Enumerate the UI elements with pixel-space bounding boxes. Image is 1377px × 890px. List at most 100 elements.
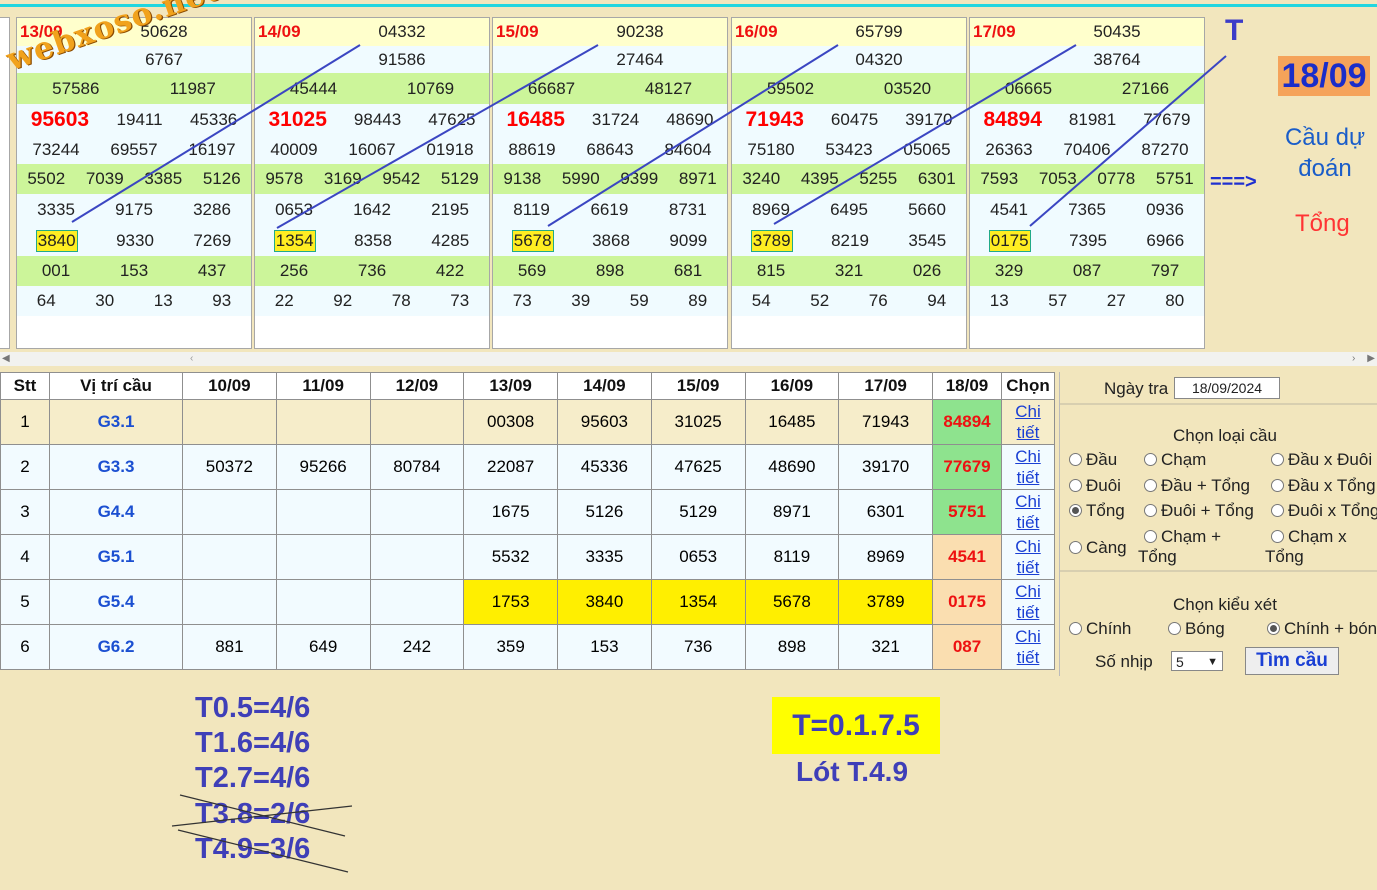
date-input[interactable]: 18/09/2024 — [1174, 377, 1280, 399]
row-detail-cell: Chi tiết — [1001, 534, 1055, 580]
radio-icon[interactable] — [1069, 622, 1082, 635]
row-position: G3.3 — [49, 444, 183, 490]
radio-icon[interactable] — [1144, 453, 1157, 466]
col-date: 11/09 — [275, 372, 371, 400]
radio-icon[interactable] — [1271, 453, 1284, 466]
col-date: 16/09 — [744, 372, 840, 400]
row-value: 8119 — [744, 534, 840, 580]
detail-link[interactable]: Chi — [1002, 401, 1054, 422]
radio-icon[interactable] — [1069, 541, 1082, 554]
row-value: 881 — [182, 624, 277, 670]
scroll-thumb[interactable]: ‹ — [190, 353, 193, 364]
col-predict: 18/09 — [932, 372, 1002, 400]
radio-icon[interactable] — [1271, 479, 1284, 492]
radio-label: Đầu — [1086, 450, 1118, 469]
row-value — [275, 399, 371, 445]
radio-icon[interactable] — [1069, 479, 1082, 492]
detail-link[interactable]: Chi — [1002, 491, 1054, 512]
table-row: 2 G3.3 50372 95266 80784 22087 45336 47625 48690… — [0, 444, 1055, 490]
search-button[interactable]: Tìm cầu — [1245, 647, 1339, 675]
row-value — [369, 579, 465, 625]
radio-icon[interactable] — [1144, 530, 1157, 543]
row-stt: 6 — [0, 624, 50, 670]
radio-chinh[interactable]: Chính — [1069, 619, 1131, 639]
row-value: 736 — [650, 624, 746, 670]
radio-label: Càng — [1086, 538, 1127, 557]
radio-icon[interactable] — [1271, 504, 1284, 517]
detail-link[interactable]: tiết — [1002, 557, 1054, 578]
radio-chinh-bong[interactable]: Chính + bóng — [1267, 619, 1377, 639]
pattern-table: Stt Vị trí cầu 10/09 11/09 12/09 13/09 1… — [0, 372, 1055, 670]
radio-selected-icon[interactable] — [1069, 504, 1082, 517]
detail-link[interactable]: tiết — [1002, 602, 1054, 623]
row-value: 50372 — [182, 444, 277, 490]
radio-icon[interactable] — [1144, 504, 1157, 517]
row-detail-cell: Chi tiết — [1001, 444, 1055, 490]
radio-duoi-tong[interactable]: Đuôi + Tổng — [1144, 501, 1254, 521]
row-value: 0653 — [650, 534, 746, 580]
result-box: T=0.1.7.5 — [772, 697, 940, 754]
arrow-icon: ===> — [1210, 171, 1257, 193]
radio-cham[interactable]: Chạm — [1144, 450, 1206, 470]
detail-link[interactable]: tiết — [1002, 512, 1054, 533]
row-value: 153 — [557, 624, 652, 670]
predict-type: Tổng — [1295, 210, 1350, 237]
row-value — [275, 579, 371, 625]
row-stt: 1 — [0, 399, 50, 445]
detail-link[interactable]: Chi — [1002, 581, 1054, 602]
col-choose: Chọn — [1001, 372, 1055, 400]
radio-icon[interactable] — [1271, 530, 1284, 543]
scroll-right-icon[interactable]: ▶ — [1367, 353, 1375, 364]
strike-marks — [171, 794, 353, 873]
radio-duoi[interactable]: Đuôi — [1069, 476, 1121, 496]
horizontal-scrollbar[interactable]: ◀ ‹ › ▶ — [0, 352, 1377, 366]
kind-title: Chọn kiểu xét — [1173, 595, 1277, 614]
radio-selected-icon[interactable] — [1267, 622, 1280, 635]
row-position: G5.1 — [49, 534, 183, 580]
radio-dau[interactable]: Đầu — [1069, 450, 1117, 470]
table-row: 4 G5.1 5532 3335 0653 8119 8969 4541 Chi tiết — [0, 534, 1055, 580]
radio-dau-x-duoi[interactable]: Đầu x Đuôi — [1271, 450, 1372, 470]
predict-line-1: Cầu dự — [1284, 124, 1366, 151]
note-line: T1.6=4/6 — [195, 727, 311, 759]
detail-link[interactable]: tiết — [1002, 422, 1054, 443]
radio-cham-tong[interactable]: Chạm + Tổng — [1138, 527, 1221, 567]
col-date: 12/09 — [369, 372, 465, 400]
chevron-down-icon: ▼ — [1207, 656, 1218, 668]
date-label: Ngày tra — [1104, 379, 1169, 398]
row-predict: 4541 — [932, 534, 1002, 580]
col-date: 10/09 — [182, 372, 277, 400]
radio-duoi-x-tong[interactable]: Đuôi x Tổng — [1271, 501, 1377, 521]
radio-cang[interactable]: Càng — [1069, 538, 1127, 558]
row-value: 22087 — [463, 444, 558, 490]
note-line: T0.5=4/6 — [195, 692, 311, 724]
scroll-left-icon[interactable]: ◀ — [2, 353, 10, 364]
row-detail-cell: Chi tiết — [1001, 579, 1055, 625]
detail-link[interactable]: tiết — [1002, 647, 1054, 668]
radio-icon[interactable] — [1069, 453, 1082, 466]
radio-tong[interactable]: Tổng — [1069, 501, 1125, 521]
radio-label: Chính + bóng — [1284, 619, 1377, 638]
row-value: 898 — [744, 624, 840, 670]
radio-label: Đuôi — [1086, 476, 1121, 495]
detail-link[interactable]: Chi — [1002, 446, 1054, 467]
radio-dau-x-tong[interactable]: Đầu x Tổng — [1271, 476, 1376, 496]
predict-date: 18/09 — [1278, 56, 1370, 96]
radio-cham-x-tong[interactable]: Chạm x Tổng — [1265, 527, 1347, 567]
row-value: 80784 — [369, 444, 465, 490]
detail-link[interactable]: Chi — [1002, 536, 1054, 557]
radio-icon[interactable] — [1168, 622, 1181, 635]
radio-icon[interactable] — [1144, 479, 1157, 492]
row-value: 5678 — [744, 579, 840, 625]
row-value: 321 — [838, 624, 933, 670]
radio-label: Chạm + — [1161, 527, 1221, 546]
row-detail-cell: Chi tiết — [1001, 489, 1055, 535]
table-row: 6 G6.2 881 649 242 359 153 736 898 321 087 Chi tiết — [0, 624, 1055, 670]
radio-bong[interactable]: Bóng — [1168, 619, 1225, 639]
radio-dau-tong[interactable]: Đầu + Tổng — [1144, 476, 1250, 496]
detail-link[interactable]: Chi — [1002, 626, 1054, 647]
row-value: 48690 — [744, 444, 840, 490]
table-body: 1 G3.1 00308 95603 31025 16485 71943 84894 Chi ti… — [0, 399, 1055, 670]
steps-select[interactable]: 5 ▼ — [1171, 651, 1223, 671]
detail-link[interactable]: tiết — [1002, 467, 1054, 488]
